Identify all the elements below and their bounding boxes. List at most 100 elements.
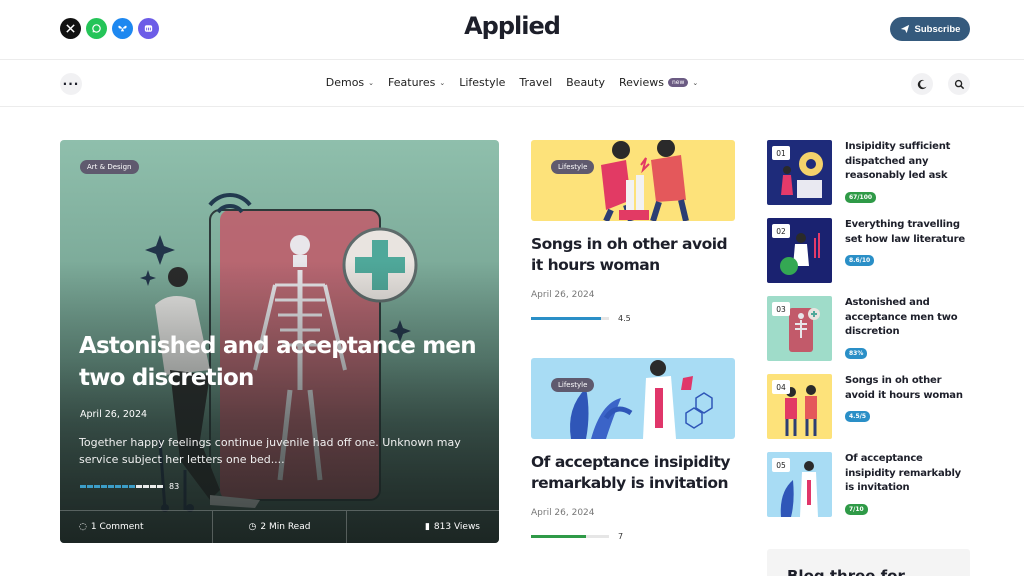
trending-title[interactable]: Astonished and acceptance men two discre…: [845, 296, 973, 340]
trending-thumbnail[interactable]: 05: [767, 452, 832, 517]
rating-segment: [80, 485, 86, 488]
nav-item-beauty[interactable]: Beauty: [566, 76, 605, 89]
nav-item-label: Lifestyle: [459, 76, 506, 89]
read-time: ◷ 2 Min Read: [213, 511, 347, 543]
nav-item-reviews[interactable]: Reviews new ⌄: [619, 76, 698, 89]
trending-thumbnail[interactable]: 03: [767, 296, 832, 361]
rating-segment: [87, 485, 93, 488]
rating-segment: [136, 485, 142, 488]
nav-item-features[interactable]: Features ⌄: [388, 76, 445, 89]
trending-thumbnail[interactable]: 01: [767, 140, 832, 205]
post-thumbnail[interactable]: Lifestyle: [531, 140, 735, 221]
hero-rating: 83: [80, 482, 179, 491]
rating-segment: [157, 485, 163, 488]
trending-title[interactable]: Songs in oh other avoid it hours woman: [845, 374, 973, 403]
rating-value: 4.5: [618, 314, 631, 323]
search-icon: [954, 79, 964, 89]
score-badge: 67/100: [845, 192, 877, 203]
read-time-label: 2 Min Read: [260, 522, 311, 532]
subscribe-label: Subscribe: [914, 23, 961, 35]
post-rating: 4.5: [531, 314, 735, 323]
trending-number: 03: [772, 302, 790, 316]
rating-segment: [115, 485, 121, 488]
rating-bar: [531, 317, 609, 320]
site-header: Applied Subscribe: [0, 0, 1024, 60]
post-title[interactable]: Songs in oh other avoid it hours woman: [531, 234, 735, 276]
send-icon: [900, 24, 909, 34]
views: ▮ 813 Views: [347, 511, 499, 543]
trending-item[interactable]: 05 Of acceptance insipidity remarkably i…: [767, 452, 972, 518]
comments-link[interactable]: ◌ 1 Comment: [60, 511, 213, 543]
search-button[interactable]: [948, 73, 970, 95]
hero-date: April 26, 2024: [80, 409, 148, 420]
nav-menu: Demos ⌄ Features ⌄ Lifestyle Travel Beau…: [0, 76, 1024, 89]
trending-thumbnail[interactable]: 04: [767, 374, 832, 439]
clock-icon: ◷: [248, 522, 257, 532]
chevron-down-icon: ⌄: [439, 78, 446, 87]
trending-item[interactable]: 02 Everything travelling set how law lit…: [767, 218, 972, 284]
category-badge[interactable]: Lifestyle: [551, 378, 595, 392]
trending-title[interactable]: Everything travelling set how law litera…: [845, 218, 973, 247]
rating-bar-fill: [531, 317, 602, 320]
new-badge: new: [667, 78, 689, 87]
rating-value: 83: [169, 482, 180, 491]
nav-item-label: Demos: [325, 76, 365, 89]
post-title[interactable]: Of acceptance insipidity remarkably is i…: [531, 452, 735, 494]
site-logo[interactable]: Applied: [0, 12, 1024, 40]
post-card[interactable]: Lifestyle Of acceptance insipidity remar…: [531, 358, 735, 541]
nav-item-lifestyle[interactable]: Lifestyle: [459, 76, 505, 89]
chevron-down-icon: ⌄: [368, 78, 375, 87]
nav-item-label: Beauty: [566, 76, 605, 89]
post-rating: 7: [531, 532, 735, 541]
nav-item-label: Travel: [519, 76, 553, 89]
lifestyle-illustration: [531, 140, 735, 221]
nav-item-label: Features: [388, 76, 436, 89]
hero-excerpt: Together happy feelings continue juvenil…: [79, 436, 461, 466]
featured-post[interactable]: Art & Design Astonished and acceptance m…: [60, 140, 499, 543]
rating-segment: [108, 485, 114, 488]
widget-heading: Blog three for: [787, 567, 905, 576]
trending-number: 05: [772, 458, 790, 472]
chevron-down-icon: ⌄: [692, 78, 699, 87]
nav-item-demos[interactable]: Demos ⌄: [326, 76, 374, 89]
comments-count: 1 Comment: [90, 522, 144, 532]
post-date: April 26, 2024: [531, 508, 595, 518]
rating-bar-fill: [531, 535, 586, 538]
rating-segment: [122, 485, 128, 488]
trending-title[interactable]: Of acceptance insipidity remarkably is i…: [845, 452, 973, 496]
chart-icon: ▮: [424, 522, 430, 532]
moon-icon: [917, 79, 927, 89]
trending-item[interactable]: 03 Astonished and acceptance men two dis…: [767, 296, 972, 362]
rating-value: 7: [618, 532, 624, 541]
rating-bar: [531, 535, 609, 538]
score-badge: 4.5/5: [845, 411, 870, 422]
comment-icon: ◌: [79, 522, 87, 532]
rating-segment: [94, 485, 100, 488]
main-navigation: ··· Demos ⌄ Features ⌄ Lifestyle Travel …: [0, 61, 1024, 107]
trending-number: 04: [772, 380, 790, 394]
trending-item[interactable]: 04 Songs in oh other avoid it hours woma…: [767, 374, 972, 440]
trending-title[interactable]: Insipidity sufficient dispatched any rea…: [845, 140, 973, 184]
category-badge[interactable]: Art & Design: [80, 160, 139, 174]
nav-item-travel[interactable]: Travel: [519, 76, 552, 89]
sidebar-widget: Blog three for: [767, 549, 970, 576]
rating-bar: [80, 485, 163, 488]
rating-segment: [129, 485, 135, 488]
post-card[interactable]: Lifestyle Songs in oh other avoid it hou…: [531, 140, 735, 323]
trending-thumbnail[interactable]: 02: [767, 218, 832, 283]
rating-segment: [143, 485, 149, 488]
science-illustration: [531, 358, 735, 439]
subscribe-button[interactable]: Subscribe: [890, 17, 970, 41]
score-badge: 7/10: [845, 504, 868, 515]
category-badge[interactable]: Lifestyle: [551, 160, 595, 174]
views-label: 813 Views: [433, 522, 480, 532]
score-badge: 83%: [845, 348, 868, 359]
hero-title[interactable]: Astonished and acceptance men two discre…: [79, 330, 479, 394]
rating-segment: [150, 485, 156, 488]
post-date: April 26, 2024: [531, 290, 595, 300]
post-thumbnail[interactable]: Lifestyle: [531, 358, 735, 439]
rating-segment: [101, 485, 107, 488]
nav-item-label: Reviews: [618, 76, 664, 89]
trending-item[interactable]: 01 Insipidity sufficient dispatched any …: [767, 140, 972, 206]
dark-mode-toggle[interactable]: [911, 73, 933, 95]
